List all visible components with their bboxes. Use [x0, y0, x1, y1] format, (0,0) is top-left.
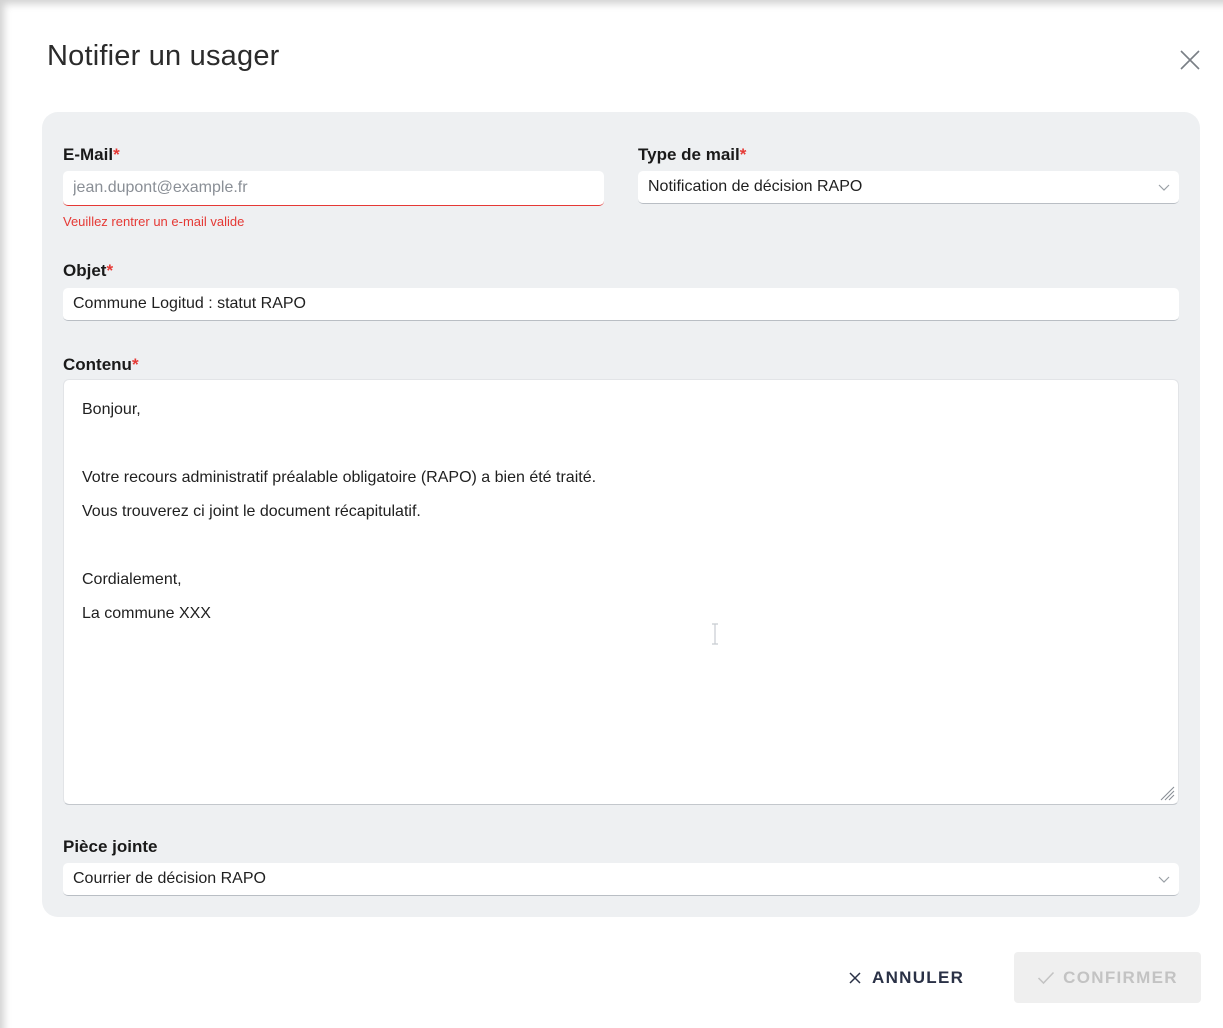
text-cursor-icon — [712, 623, 718, 645]
confirm-button-label: CONFIRMER — [1063, 967, 1178, 987]
email-field[interactable] — [63, 171, 604, 206]
email-label-text: E-Mail — [63, 145, 114, 164]
mail-type-required-mark: * — [739, 145, 747, 164]
content-line: Vous trouverez ci joint le document réca… — [82, 503, 421, 520]
subject-label: Objet* — [63, 261, 113, 281]
email-input[interactable] — [73, 179, 594, 197]
close-icon — [1180, 50, 1200, 70]
content-label-text: Contenu — [63, 355, 132, 374]
content-textarea[interactable]: Bonjour, Votre recours administratif pré… — [63, 379, 1179, 805]
content-label: Contenu* — [63, 355, 139, 375]
email-error-message: Veuillez rentrer un e-mail valide — [63, 214, 245, 229]
cancel-button[interactable]: ANNULER — [848, 958, 988, 998]
subject-input[interactable] — [73, 295, 1169, 313]
content-line: Cordialement, — [82, 571, 182, 588]
mail-type-label-text: Type de mail — [638, 145, 740, 164]
content-line: Bonjour, — [82, 401, 141, 418]
attachment-selected-value: Courrier de décision RAPO — [73, 870, 266, 887]
subject-field[interactable] — [63, 288, 1179, 321]
dialog-title: Notifier un usager — [47, 40, 280, 72]
mail-type-label: Type de mail* — [638, 145, 746, 165]
close-icon — [849, 972, 861, 984]
resize-handle-icon[interactable] — [1157, 783, 1175, 801]
subject-required-mark: * — [106, 261, 114, 280]
close-button[interactable] — [1176, 46, 1204, 74]
mail-type-selected-value: Notification de décision RAPO — [648, 178, 863, 195]
email-required-mark: * — [113, 145, 120, 164]
content-line: La commune XXX — [82, 605, 211, 622]
check-icon — [1038, 971, 1055, 984]
confirm-button[interactable]: CONFIRMER — [1014, 952, 1201, 1003]
notify-user-dialog: Notifier un usager E-Mail* Veuillez rent… — [0, 0, 1223, 1028]
attachment-label: Pièce jointe — [63, 837, 158, 856]
chevron-down-icon — [1158, 184, 1170, 191]
email-label: E-Mail* — [63, 145, 120, 165]
content-required-mark: * — [131, 355, 139, 374]
attachment-select[interactable]: Courrier de décision RAPO — [63, 863, 1179, 896]
mail-type-select[interactable]: Notification de décision RAPO — [638, 171, 1179, 204]
subject-label-text: Objet — [63, 261, 107, 280]
content-line: Votre recours administratif préalable ob… — [82, 469, 597, 486]
chevron-down-icon — [1158, 876, 1170, 883]
cancel-button-label: ANNULER — [872, 968, 965, 987]
